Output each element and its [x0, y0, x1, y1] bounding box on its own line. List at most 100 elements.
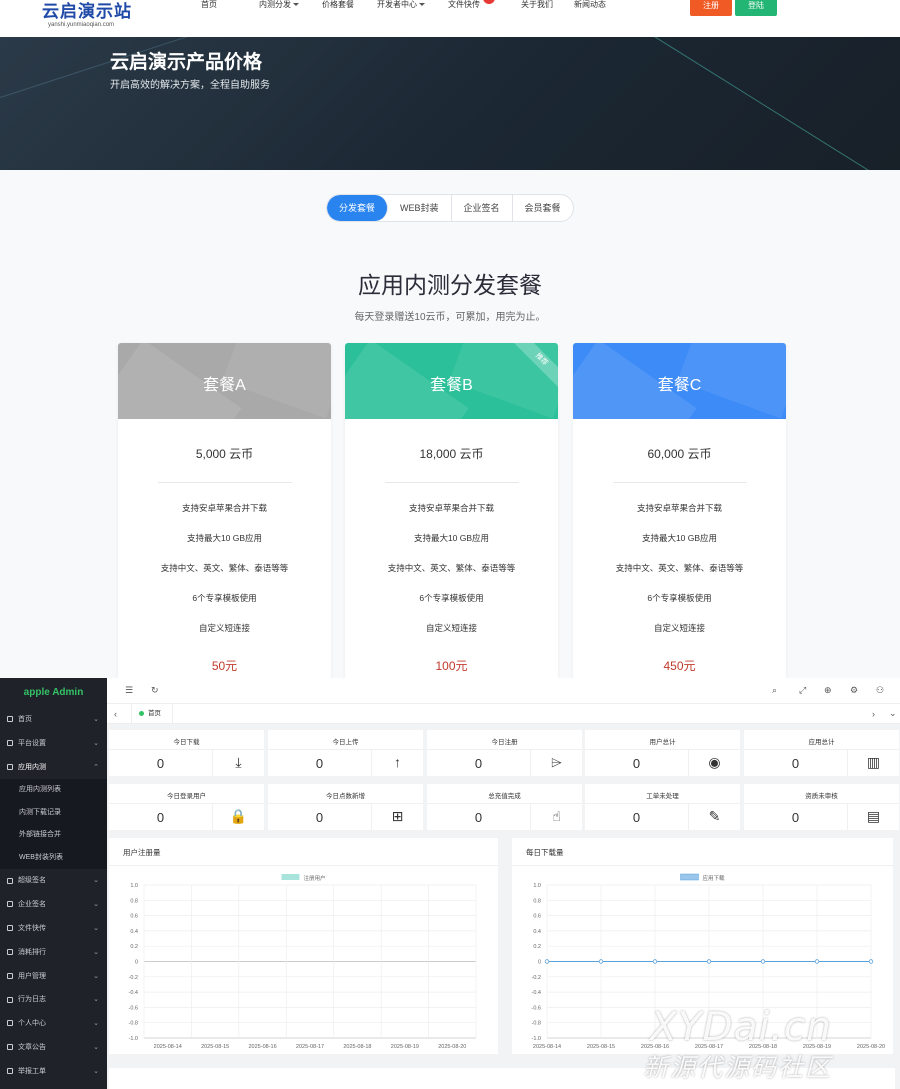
y-tick-label: -0.4 [129, 990, 138, 996]
sidebar-subitem[interactable]: WEB封装列表 [0, 846, 107, 870]
sidebar-item[interactable]: 应用内测 ⌃ [0, 756, 107, 780]
login-button[interactable]: 登陆 [735, 0, 777, 16]
settings-icon[interactable]: ⚙ [850, 685, 858, 695]
register-button[interactable]: 注册 [690, 0, 732, 16]
stat-label: 资质未审核 [805, 793, 838, 800]
y-tick-label: -0.2 [129, 975, 138, 981]
plan-tab[interactable]: 分发套餐 [327, 195, 389, 221]
x-tick-label: 2025-08-19 [391, 1044, 419, 1050]
logo-text: 云启演示站 [42, 2, 132, 22]
hero-title: 云启演示产品价格 [110, 52, 263, 73]
data-point[interactable] [598, 959, 604, 964]
stat-value: 0 [791, 810, 800, 825]
plan-feature: 支持安卓苹果合并下载 [636, 503, 722, 513]
legend-swatch[interactable] [680, 873, 699, 881]
plan-feature: 6个专享模板使用 [419, 593, 484, 603]
stat-card: 今日下载 0 ⤓ [109, 730, 264, 776]
nav-link[interactable]: 价格套餐 [322, 0, 354, 10]
plan-feature: 支持中文、英文、繁体、泰语等等 [387, 563, 516, 573]
data-point[interactable] [814, 959, 820, 964]
sidebar-item[interactable]: 消耗排行 ⌄ [0, 941, 107, 965]
chevron-down-icon: ⌄ [93, 972, 99, 980]
sidebar-item-label: 首页 [18, 716, 32, 723]
gear-icon [7, 739, 13, 746]
chart-panel-registrations: 用户注册量 注册用户 1.0 0.8 0.6 0.4 0.2 0 -0.2 -0.4 -0.6 -0… [109, 838, 498, 1054]
stat-card: 应用总计 0 ▥ [744, 730, 899, 776]
sidebar-item[interactable]: 平台设置 ⌄ [0, 732, 107, 756]
stat-value: 0 [315, 756, 324, 771]
sidebar-item-label: 行为日志 [18, 996, 46, 1004]
presentation-icon: ⊞ [371, 803, 423, 830]
site-logo[interactable]: 云启演示站 yanshi.yunmiaoqian.com [42, 2, 132, 29]
sidebar-item[interactable]: 首页 ⌄ [0, 708, 107, 732]
plan-feature: 自定义短连接 [653, 623, 705, 633]
plan-feature: 支持中文、英文、繁体、泰语等等 [160, 563, 289, 573]
tab-next-icon[interactable]: › [872, 709, 875, 719]
tab-prev-icon[interactable]: ‹ [114, 709, 117, 719]
user-icon[interactable]: ⚇ [876, 685, 884, 695]
sidebar-item-label: 消耗排行 [18, 948, 46, 956]
plan-feature: 自定义短连接 [198, 623, 250, 633]
stat-label: 今日下载 [173, 739, 200, 746]
sidebar-subitem[interactable]: 外部链接合并 [0, 824, 107, 847]
hero-subtitle: 开启高效的解决方案，全程自助服务 [110, 80, 270, 91]
stat-value: 0 [791, 756, 800, 771]
user-icon [7, 972, 13, 979]
plan-feature: 6个专享模板使用 [647, 593, 712, 603]
rank-icon [7, 948, 13, 955]
stat-card: 总充值完成 0 ☝ [427, 784, 582, 830]
plan-feature: 支持最大10 GB应用 [186, 533, 263, 543]
refresh-icon[interactable]: ↻ [151, 685, 159, 695]
chevron-down-icon: ⌄ [93, 996, 99, 1004]
sidebar-item[interactable]: 超级签名 ⌄ [0, 869, 107, 893]
sidebar-item[interactable]: 文件快传 ⌄ [0, 917, 107, 941]
sidebar-item[interactable]: 文章公告 ⌄ [0, 1036, 107, 1060]
sidebar-item[interactable]: 个人中心 ⌄ [0, 1012, 107, 1036]
fullscreen-icon[interactable]: ⤢ [799, 685, 806, 695]
stat-value: 0 [156, 810, 165, 825]
data-point[interactable] [760, 959, 766, 964]
globe-icon[interactable]: ⊕ [824, 685, 832, 695]
sidebar-menu: 首页 ⌄ 平台设置 ⌄ 应用内测 ⌃ 应用内测列表 内测下载记录 外部链接合并 WEB封装列表 超级… [0, 708, 107, 1084]
plan-tab[interactable]: WEB封装 [388, 195, 452, 221]
tab-home[interactable]: 首页 [131, 704, 173, 724]
nav-link[interactable]: 文件快传 [448, 0, 480, 10]
nav-link[interactable]: 首页 [201, 0, 217, 10]
plan-tab[interactable]: 会员套餐 [513, 195, 573, 221]
legend-swatch[interactable] [281, 874, 300, 880]
section-title: 应用内测分发套餐 [358, 272, 542, 298]
stat-value: 0 [632, 756, 641, 771]
menu-toggle-icon[interactable]: ☰ [125, 685, 133, 695]
nav-link-label: 内测分发 [259, 0, 291, 9]
sidebar-item[interactable]: 行为日志 ⌄ [0, 988, 107, 1012]
y-tick-label: -0.6 [129, 1005, 138, 1011]
data-point[interactable] [652, 959, 658, 964]
y-tick-label: 0.4 [533, 929, 541, 935]
stat-label: 总充值完成 [488, 793, 521, 800]
y-tick-label: -0.4 [532, 990, 541, 996]
data-point[interactable] [706, 959, 712, 964]
y-tick-label: -1.0 [129, 1036, 138, 1042]
search-icon[interactable]: ⌕ [772, 685, 777, 695]
x-tick-label: 2025-08-14 [154, 1044, 182, 1050]
y-tick-label: -1.0 [532, 1036, 541, 1042]
y-tick-label: 0.6 [130, 914, 138, 920]
admin-brand: apple Admin [23, 687, 84, 698]
nav-link[interactable]: 新闻动态 [574, 0, 606, 10]
sidebar-item[interactable]: 举报工单 ⌄ [0, 1060, 107, 1084]
plan-feature: 支持中文、英文、繁体、泰语等等 [615, 563, 744, 573]
sidebar-item[interactable]: 用户管理 ⌄ [0, 965, 107, 989]
plan-tab[interactable]: 企业签名 [452, 195, 513, 221]
nav-link[interactable]: 内测分发 [259, 0, 299, 10]
tab-dropdown-icon[interactable]: ⌄ [889, 708, 897, 718]
nav-link[interactable]: 开发者中心 [377, 0, 425, 10]
chevron-down-icon: ⌄ [93, 901, 99, 909]
data-point[interactable] [544, 959, 550, 964]
nav-link[interactable]: 关于我们 [521, 0, 553, 10]
data-point[interactable] [868, 959, 874, 964]
admin-sidebar: apple Admin 首页 ⌄ 平台设置 ⌄ 应用内测 ⌃ 应用内测列表 内测下载记录 外部链… [0, 678, 107, 1089]
admin-tabbar: ‹ 首页 › ⌄ [107, 704, 900, 724]
sidebar-subitem[interactable]: 内测下载记录 [0, 801, 107, 825]
sidebar-subitem[interactable]: 应用内测列表 [0, 779, 107, 802]
sidebar-item[interactable]: 企业签名 ⌄ [0, 893, 107, 917]
